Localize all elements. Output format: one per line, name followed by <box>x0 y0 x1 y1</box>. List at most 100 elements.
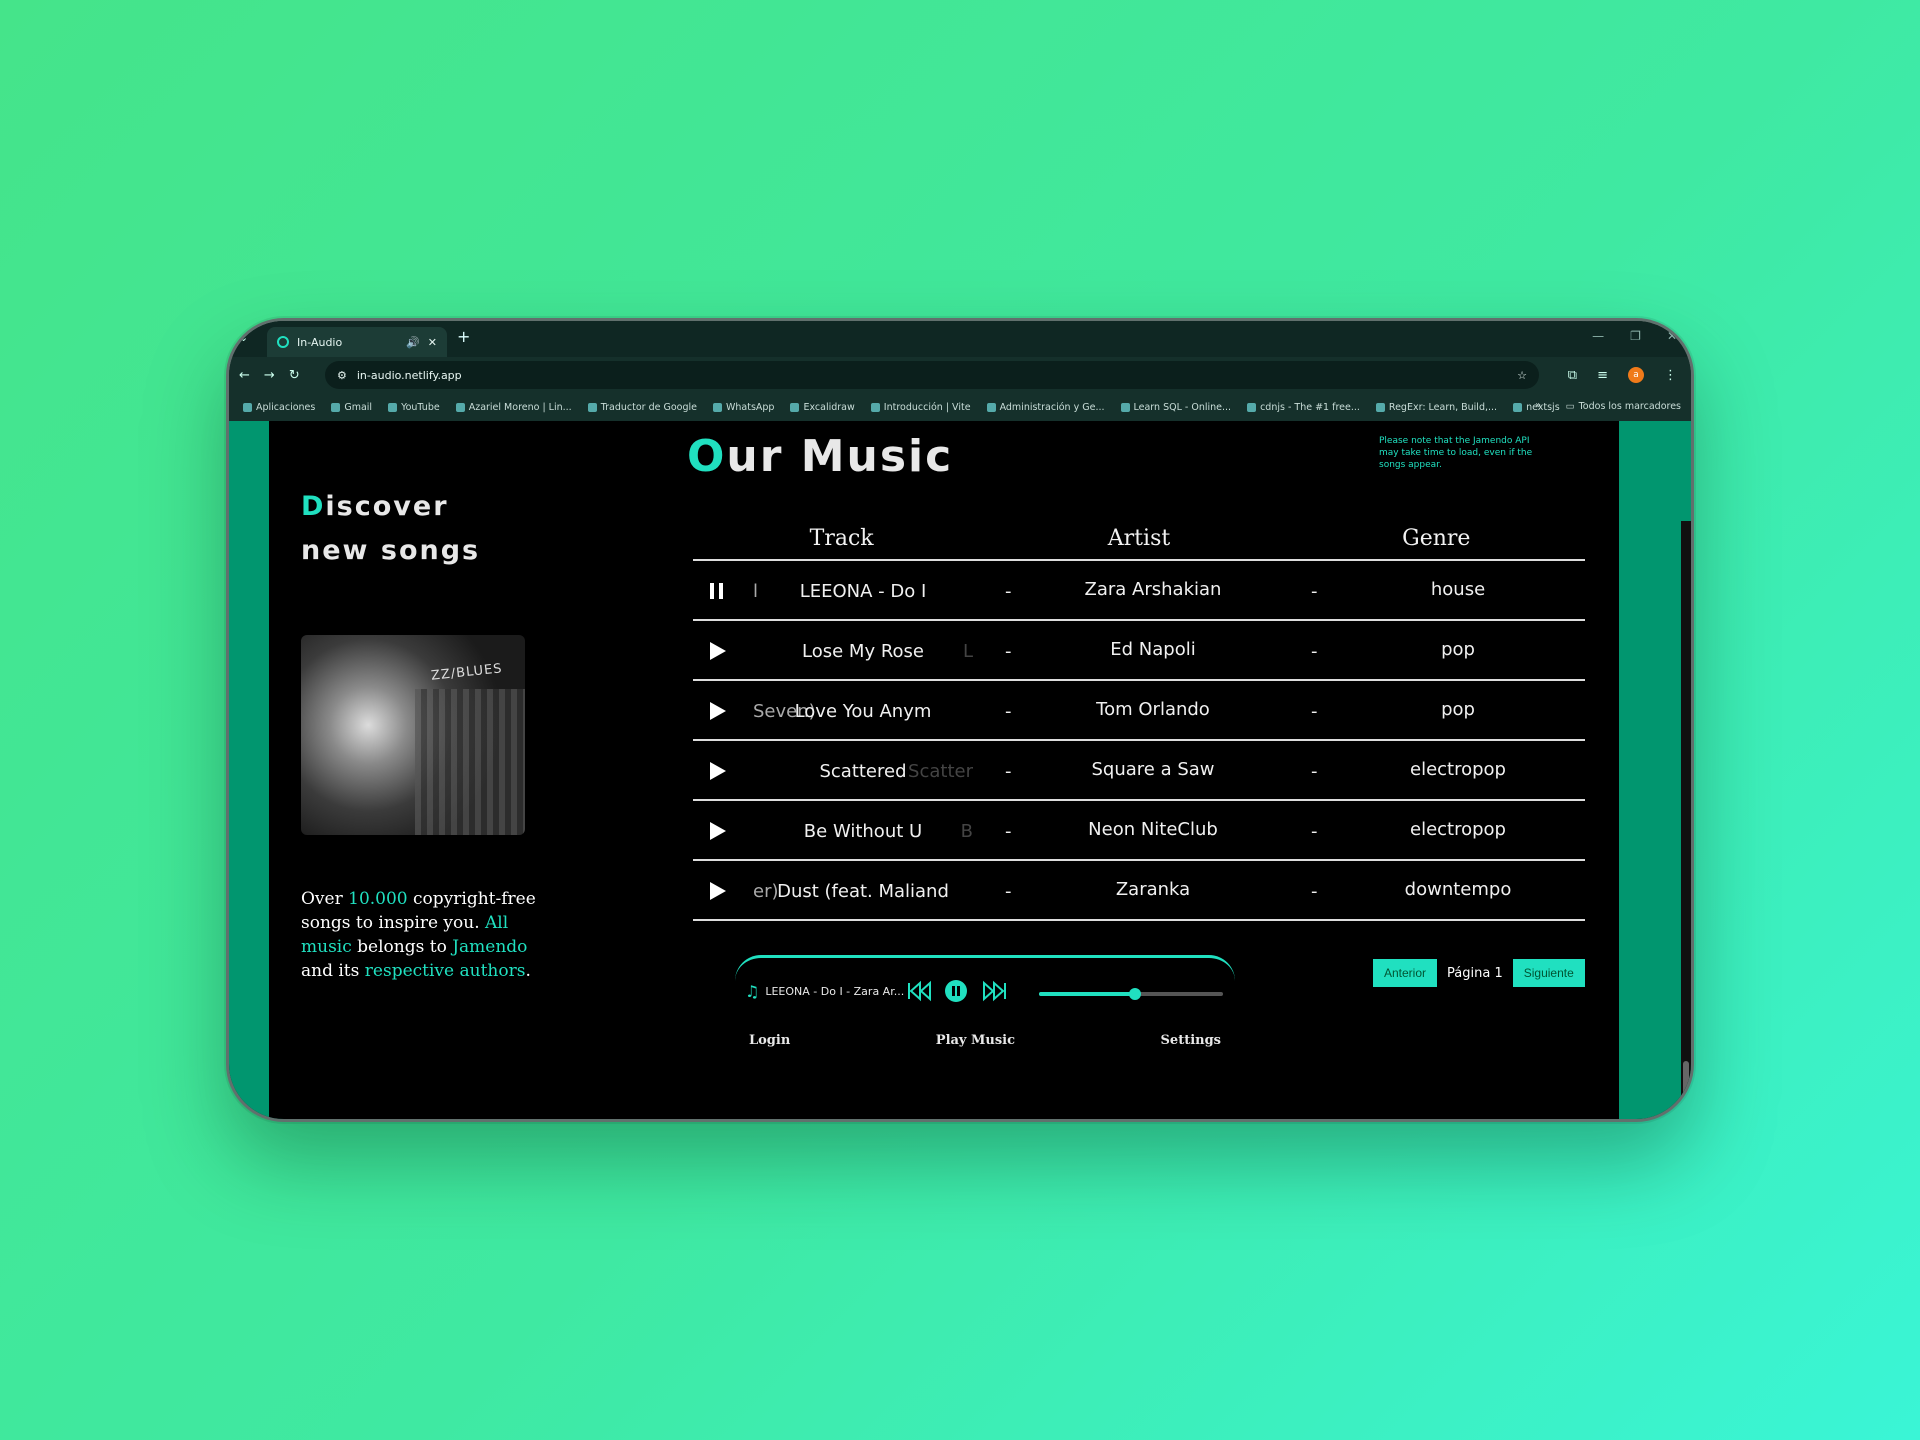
bookmark-item[interactable]: Introducción | Vite <box>870 402 971 413</box>
track-title-next: B <box>960 820 973 842</box>
bookmark-item[interactable]: Gmail <box>331 402 372 413</box>
bookmark-item[interactable]: Traductor de Google <box>587 401 697 413</box>
separator: - <box>1005 881 1012 902</box>
bookmark-label: Learn SQL - Online... <box>1133 401 1232 413</box>
bookmark-item[interactable]: Excalidraw <box>790 402 855 413</box>
track-artist: Ed Napoli <box>1110 639 1196 660</box>
play-icon[interactable] <box>707 821 727 841</box>
separator: - <box>1005 581 1012 602</box>
close-tab-icon[interactable]: ✕ <box>428 336 437 349</box>
previous-page-button[interactable]: Anterior <box>1373 959 1438 987</box>
bookmark-label: Traductor de Google <box>600 401 697 413</box>
audio-playing-icon[interactable]: 🔊 <box>406 336 420 349</box>
bookmark-favicon-icon <box>331 402 341 412</box>
table-row[interactable]: Seven) Love You Anym - Tom Orlando - pop <box>693 681 1585 741</box>
bookmark-star-icon[interactable]: ☆ <box>1517 369 1527 382</box>
track-artist: Neon NiteClub <box>1088 819 1218 840</box>
page-scrollbar[interactable] <box>1681 521 1691 1119</box>
page-viewport: Discover new songs ZZ/BLUES Over 10.000 … <box>229 421 1691 1119</box>
play-icon[interactable] <box>707 881 727 901</box>
forward-icon[interactable]: → <box>264 368 275 383</box>
pagination: Anterior Página 1 Siguiente <box>1373 959 1585 987</box>
sidebar: Discover new songs ZZ/BLUES Over 10.000 … <box>301 485 561 983</box>
table-row[interactable]: er) Dust (feat. Maliand - Zaranka - downtempo <box>693 861 1585 921</box>
player-nav: Login Play Music Settings <box>735 1033 1235 1048</box>
url-input[interactable]: ⚙ in-audio.netlify.app ☆ <box>325 361 1539 389</box>
track-title-marquee: Be Without U B <box>753 801 973 861</box>
bookmark-item[interactable]: WhatsApp <box>712 401 775 413</box>
play-icon[interactable] <box>707 701 727 721</box>
bookmark-label: Aplicaciones <box>256 401 316 413</box>
media-control-icon[interactable]: ≡ <box>1597 368 1608 383</box>
record-shelf <box>415 689 525 835</box>
tab-favicon-icon <box>277 336 289 348</box>
bookmark-item[interactable]: cdnjs - The #1 free... <box>1247 402 1360 413</box>
track-artist: Tom Orlando <box>1096 699 1210 720</box>
track-artist: Zaranka <box>1115 879 1191 900</box>
toolbar-icons: ⧉ ≡ a ⋮ <box>1568 367 1677 383</box>
app-page: Discover new songs ZZ/BLUES Over 10.000 … <box>269 421 1619 1119</box>
restore-icon[interactable]: ❐ <box>1630 329 1641 343</box>
separator: - <box>1311 821 1318 842</box>
table-row[interactable]: Lose My Rose L - Ed Napoli - pop <box>693 621 1585 681</box>
track-title: Love You Anym <box>794 700 932 722</box>
site-info-icon[interactable]: ⚙ <box>337 369 347 382</box>
extensions-icon[interactable]: ⧉ <box>1568 368 1577 383</box>
bookmark-item[interactable]: Administración y Ge... <box>986 402 1105 413</box>
track-artist: Square a Saw <box>1091 759 1215 780</box>
track-title-next: L <box>962 640 973 662</box>
play-music-link[interactable]: Play Music <box>936 1033 1015 1048</box>
bookmark-favicon-icon <box>243 402 252 412</box>
browser-chrome: ⌄ In-Audio 🔊 ✕ + — ❐ ✕ ← → ↻ ⚙ in-audio.… <box>229 321 1691 421</box>
back-icon[interactable]: ← <box>239 368 250 383</box>
minimize-icon[interactable]: — <box>1592 329 1604 343</box>
header-artist: Artist <box>1107 525 1171 551</box>
bookmark-item[interactable]: Azariel Moreno | Lin... <box>455 401 572 413</box>
bookmark-label: RegExr: Learn, Build,... <box>1388 401 1498 413</box>
play-icon[interactable] <box>707 641 727 661</box>
bookmark-favicon-icon <box>587 402 597 412</box>
new-tab-button[interactable]: + <box>457 327 470 346</box>
menu-icon[interactable]: ⋮ <box>1664 368 1677 383</box>
table-row[interactable]: l LEEONA - Do I - Zara Arshakian - house <box>693 561 1585 621</box>
separator: - <box>1311 881 1318 902</box>
bookmark-label: Azariel Moreno | Lin... <box>468 401 572 413</box>
pause-button[interactable] <box>941 978 971 1004</box>
table-row[interactable]: Scattered Scatter - Square a Saw - electropop <box>693 741 1585 801</box>
progress-knob[interactable] <box>1128 988 1141 1000</box>
separator: - <box>1311 701 1318 722</box>
progress-slider[interactable] <box>1039 988 1223 1000</box>
device-frame: ⌄ In-Audio 🔊 ✕ + — ❐ ✕ ← → ↻ ⚙ in-audio.… <box>226 318 1694 1122</box>
bookmark-favicon-icon <box>790 402 800 412</box>
browser-tab[interactable]: In-Audio 🔊 ✕ <box>267 327 447 357</box>
track-artist: Zara Arshakian <box>1084 579 1222 600</box>
tab-search-icon[interactable]: ⌄ <box>239 331 248 344</box>
reload-icon[interactable]: ↻ <box>289 368 300 383</box>
table-row[interactable]: Be Without U B - Neon NiteClub - electropop <box>693 801 1585 861</box>
previous-track-icon[interactable] <box>905 978 935 1004</box>
discover-heading: Discover new songs <box>301 491 481 566</box>
login-link[interactable]: Login <box>749 1033 790 1048</box>
more-bookmarks-icon[interactable]: » <box>1535 400 1541 411</box>
bookmark-item[interactable]: Aplicaciones <box>243 402 315 413</box>
window-controls: — ❐ ✕ <box>1592 329 1677 343</box>
track-genre: pop <box>1441 699 1475 720</box>
bookmark-item[interactable]: RegExr: Learn, Build,... <box>1375 401 1498 413</box>
bookmark-favicon-icon <box>1247 402 1257 412</box>
separator: - <box>1005 761 1012 782</box>
next-page-button[interactable]: Siguiente <box>1512 959 1585 987</box>
close-window-icon[interactable]: ✕ <box>1667 329 1677 343</box>
profile-avatar[interactable]: a <box>1628 367 1644 383</box>
bookmark-favicon-icon <box>1120 402 1130 412</box>
all-bookmarks[interactable]: ▭ Todos los marcadores <box>1566 401 1681 412</box>
pause-icon[interactable] <box>707 581 727 601</box>
play-icon[interactable] <box>707 761 727 781</box>
settings-link[interactable]: Settings <box>1161 1033 1221 1048</box>
bookmark-label: WhatsApp <box>725 401 775 413</box>
scrollbar-thumb[interactable] <box>1683 1061 1689 1119</box>
next-track-icon[interactable] <box>979 978 1009 1004</box>
track-genre: electropop <box>1410 819 1506 840</box>
bookmark-item[interactable]: Learn SQL - Online... <box>1120 401 1232 413</box>
header-track: Track <box>809 525 874 551</box>
bookmark-item[interactable]: YouTube <box>388 402 440 413</box>
